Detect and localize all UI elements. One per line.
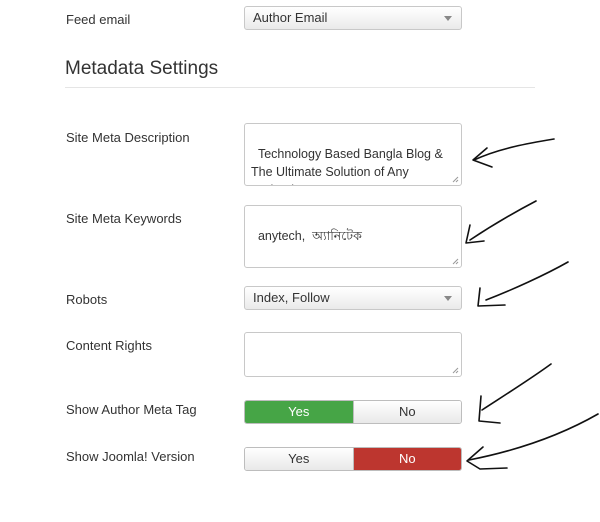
feed-email-value: Author Email [253, 10, 328, 25]
content-rights-textarea[interactable] [244, 332, 462, 377]
arrow-annotation-joomla-version [466, 413, 599, 470]
arrow-annotation-description [472, 138, 555, 168]
chevron-down-icon [444, 16, 452, 21]
show-joomla-version-toggle[interactable]: Yes No [244, 447, 462, 471]
site-meta-keywords-value: anytech, অ্যানিটেক [257, 229, 362, 243]
resize-grip-icon[interactable] [452, 176, 459, 183]
site-meta-description-label: Site Meta Description [66, 130, 190, 145]
show-author-meta-tag-label: Show Author Meta Tag [66, 402, 197, 417]
site-meta-keywords-label: Site Meta Keywords [66, 211, 182, 226]
robots-value: Index, Follow [253, 290, 330, 305]
joomla-version-yes-button[interactable]: Yes [245, 448, 353, 470]
arrow-annotation-robots [477, 261, 569, 307]
site-meta-description-textarea[interactable]: Technology Based Bangla Blog & The Ultim… [244, 123, 462, 186]
site-meta-keywords-textarea[interactable]: anytech, অ্যানিটেক [244, 205, 462, 268]
resize-grip-icon[interactable] [452, 258, 459, 265]
robots-select[interactable]: Index, Follow [244, 286, 462, 310]
feed-email-select[interactable]: Author Email [244, 6, 462, 30]
section-divider [65, 87, 535, 88]
author-meta-yes-button[interactable]: Yes [245, 401, 353, 423]
resize-grip-icon[interactable] [452, 367, 459, 374]
arrow-annotation-author-meta [478, 363, 552, 424]
chevron-down-icon [444, 296, 452, 301]
robots-label: Robots [66, 292, 108, 307]
content-rights-label: Content Rights [66, 338, 152, 353]
arrow-annotation-keywords [465, 200, 537, 244]
show-joomla-version-label: Show Joomla! Version [66, 449, 195, 464]
author-meta-no-button[interactable]: No [352, 401, 461, 423]
site-meta-description-value: Technology Based Bangla Blog & The Ultim… [251, 147, 443, 185]
show-author-meta-tag-toggle[interactable]: Yes No [244, 400, 462, 424]
joomla-version-no-button[interactable]: No [352, 448, 461, 470]
section-title: Metadata Settings [65, 58, 219, 79]
feed-email-label: Feed email [66, 12, 131, 27]
